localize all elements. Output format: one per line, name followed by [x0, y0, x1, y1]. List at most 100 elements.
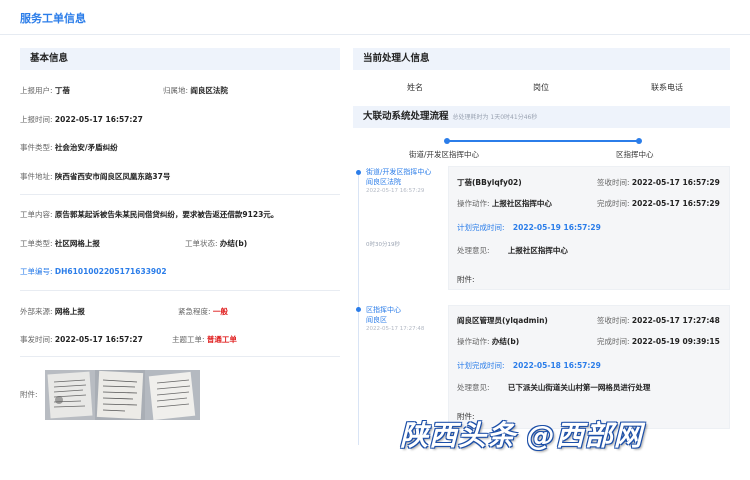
urgency-label: 紧急程度:	[178, 307, 211, 316]
watermark: 陕西头条 @西部网	[400, 419, 643, 452]
basic-divider-1	[20, 194, 340, 195]
card-2-done-row: 完成时间: 2022-05-19 09:39:15	[597, 336, 720, 347]
timeline-2-subtitle: 阎良区	[366, 316, 387, 324]
status-label: 工单状态:	[185, 239, 218, 248]
card-2-sign-label: 签收时间:	[597, 316, 630, 325]
document-photo-icon	[95, 370, 145, 420]
card-1-action-value: 上报社区指挥中心	[491, 199, 552, 208]
address-value: 陕西省西安市阎良区凤凰东路37号	[54, 172, 171, 181]
card-1-done-label: 完成时间:	[597, 199, 630, 208]
card-2-plan-row: 计划完成时间: 2022-05-18 16:57:29	[457, 360, 601, 371]
card-1-done-value: 2022-05-17 16:57:29	[631, 199, 720, 208]
area-label: 归属地:	[163, 86, 189, 95]
content-label: 工单内容:	[20, 210, 53, 219]
document-photo-icon	[145, 370, 200, 420]
timeline-dot-1	[356, 170, 361, 175]
card-1-plan-value: 2022-05-19 16:57:29	[512, 223, 601, 232]
event-type-label: 事件类型:	[20, 143, 53, 152]
handler-col-phone: 联系电话	[651, 83, 683, 92]
flow-step-2-label: 区指挥中心	[616, 150, 654, 159]
card-1-action-row: 操作动作: 上报社区指挥中心	[457, 198, 552, 209]
flow-step-dot-1	[444, 138, 450, 144]
page-title: 服务工单信息	[20, 12, 86, 25]
order-no-label: 工单编号:	[20, 267, 53, 276]
basic-divider-2	[20, 290, 340, 291]
basic-divider-3	[20, 356, 340, 357]
timeline-1-subtitle: 阎良区法院	[366, 178, 401, 186]
card-2-opinion-row: 处理意见: 已下派关山街道关山村第一网格员进行处理	[457, 382, 650, 393]
status-row: 工单状态: 办结(b)	[185, 238, 247, 249]
timeline-2-title: 区指挥中心	[366, 306, 401, 314]
card-2-action-row: 操作动作: 办结(b)	[457, 336, 519, 347]
attach-row: 附件:	[20, 389, 38, 400]
card-1-attach-label: 附件:	[457, 275, 475, 284]
content-row: 工单内容: 原告郭某起诉被告朱某民间借贷纠纷，要求被告返还借款9123元。	[20, 209, 278, 220]
order-type-label: 工单类型:	[20, 239, 53, 248]
card-2-action-label: 操作动作:	[457, 337, 490, 346]
card-1-opinion-label: 处理意见:	[457, 246, 490, 255]
timeline-1-time: 2022-05-17 16:57:29	[366, 188, 425, 194]
handler-col-post: 岗位	[533, 83, 549, 92]
dispatch-time-label: 事发时间:	[20, 335, 53, 344]
basic-info-header: 基本信息	[20, 48, 340, 70]
flow-header: 大联动系统处理流程 总处理耗时为 1天0时41分46秒	[353, 106, 730, 128]
area-value: 阎良区法院	[190, 86, 228, 95]
urgency-value: 一般	[212, 307, 228, 316]
attachment-thumbnail-2[interactable]	[95, 370, 145, 420]
dispatch-time-row: 事发时间: 2022-05-17 16:57:27	[20, 334, 143, 345]
event-type-row: 事件类型: 社会治安/矛盾纠纷	[20, 142, 118, 153]
timeline-1-title: 街道/开发区指挥中心	[366, 168, 432, 176]
report-time-label: 上报时间:	[20, 115, 53, 124]
address-row: 事件地址: 陕西省西安市阎良区凤凰东路37号	[20, 171, 170, 182]
content-value: 原告郭某起诉被告朱某民间借贷纠纷，要求被告返还借款9123元。	[54, 210, 279, 219]
timeline-duration: 0时30分19秒	[366, 242, 400, 248]
card-2-action-value: 办结(b)	[491, 337, 520, 346]
card-2-sign-value: 2022-05-17 17:27:48	[631, 316, 720, 325]
reporter-label: 上报用户:	[20, 86, 53, 95]
header-divider	[0, 34, 750, 35]
attachment-thumbnail-1[interactable]	[45, 370, 95, 420]
address-label: 事件地址:	[20, 172, 53, 181]
urgency-row: 紧急程度: 一般	[178, 306, 228, 317]
card-2-handler: 阎良区管理员(ylqadmin)	[457, 316, 548, 325]
timeline-2-time: 2022-05-17 17:27:48	[366, 326, 425, 332]
card-2-done-label: 完成时间:	[597, 337, 630, 346]
card-1-action-label: 操作动作:	[457, 199, 490, 208]
card-1-sign-label: 签收时间:	[597, 178, 630, 187]
flow-step-1-label: 街道/开发区指挥中心	[409, 150, 480, 159]
dispatch-time-value: 2022-05-17 16:57:27	[54, 335, 143, 344]
card-1-sign-value: 2022-05-17 16:57:29	[631, 178, 720, 187]
card-1-opinion-value: 上报社区指挥中心	[507, 246, 568, 255]
source-label: 外部来源:	[20, 307, 53, 316]
card-2-sign-row: 签收时间: 2022-05-17 17:27:48	[597, 315, 720, 326]
flow-progress-line	[447, 140, 639, 142]
order-no-link[interactable]: DH6101002205171633902	[55, 267, 167, 276]
card-1-plan-label: 计划完成时间:	[457, 223, 505, 232]
source-row: 外部来源: 网格上报	[20, 306, 85, 317]
report-time-row: 上报时间: 2022-05-17 16:57:27	[20, 114, 143, 125]
reporter-value: 丁蓓	[54, 86, 70, 95]
flow-total-duration: 总处理耗时为 1天0时41分46秒	[452, 114, 538, 121]
attachment-thumbnail-3[interactable]	[145, 370, 200, 420]
flow-title: 大联动系统处理流程	[363, 111, 449, 122]
area-row: 归属地: 阎良区法院	[163, 85, 228, 96]
card-2-plan-value: 2022-05-18 16:57:29	[512, 361, 601, 370]
card-1-handler: 丁蓓(BBylqfy02)	[457, 178, 522, 187]
source-value: 网格上报	[54, 307, 85, 316]
card-1-opinion-row: 处理意见: 上报社区指挥中心	[457, 245, 568, 256]
card-1-done-row: 完成时间: 2022-05-17 16:57:29	[597, 198, 720, 209]
theme-label: 主题工单:	[172, 335, 205, 344]
timeline-dot-2	[356, 307, 361, 312]
work-order-page: 服务工单信息 基本信息 上报用户: 丁蓓 归属地: 阎良区法院 上报时间: 20…	[0, 0, 750, 480]
card-2-done-value: 2022-05-19 09:39:15	[631, 337, 720, 346]
flow-step-dot-2	[636, 138, 642, 144]
order-type-value: 社区网格上报	[54, 239, 100, 248]
card-2-opinion-value: 已下派关山街道关山村第一网格员进行处理	[507, 383, 651, 392]
document-photo-icon	[45, 370, 95, 420]
attach-label: 附件:	[20, 390, 38, 399]
event-type-value: 社会治安/矛盾纠纷	[54, 143, 118, 152]
handler-col-name: 姓名	[407, 83, 423, 92]
status-value: 办结(b)	[219, 239, 248, 248]
reporter-row: 上报用户: 丁蓓	[20, 85, 70, 96]
card-2-opinion-label: 处理意见:	[457, 383, 490, 392]
